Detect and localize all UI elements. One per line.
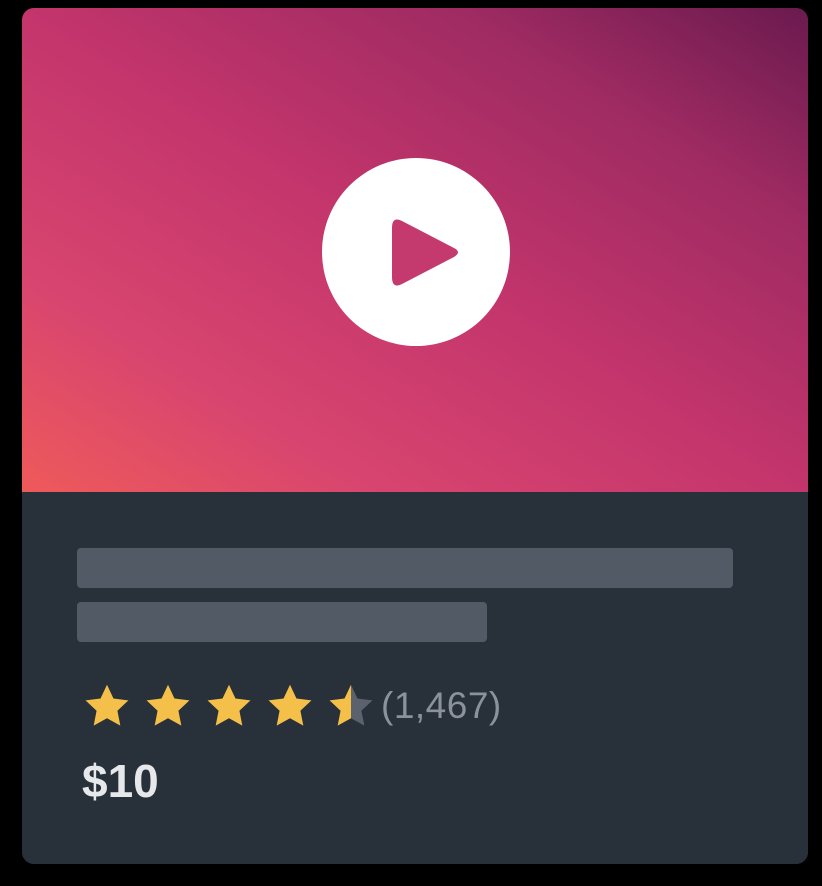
play-icon [392, 219, 458, 286]
course-info: (1,467) $10 [22, 492, 808, 864]
rating: (1,467) [82, 678, 502, 734]
subtitle-placeholder-line [77, 602, 487, 642]
title-placeholder-line [77, 548, 733, 588]
play-button[interactable] [322, 158, 510, 346]
star-icon [82, 681, 132, 731]
rating-count: (1,467) [381, 685, 502, 726]
star-icon [204, 681, 254, 731]
course-thumbnail[interactable] [22, 8, 808, 492]
star-icon [265, 681, 315, 731]
price: $10 [82, 755, 159, 807]
star-icon [143, 681, 193, 731]
half-star-icon [326, 681, 376, 731]
course-card[interactable]: (1,467) $10 [22, 8, 808, 864]
